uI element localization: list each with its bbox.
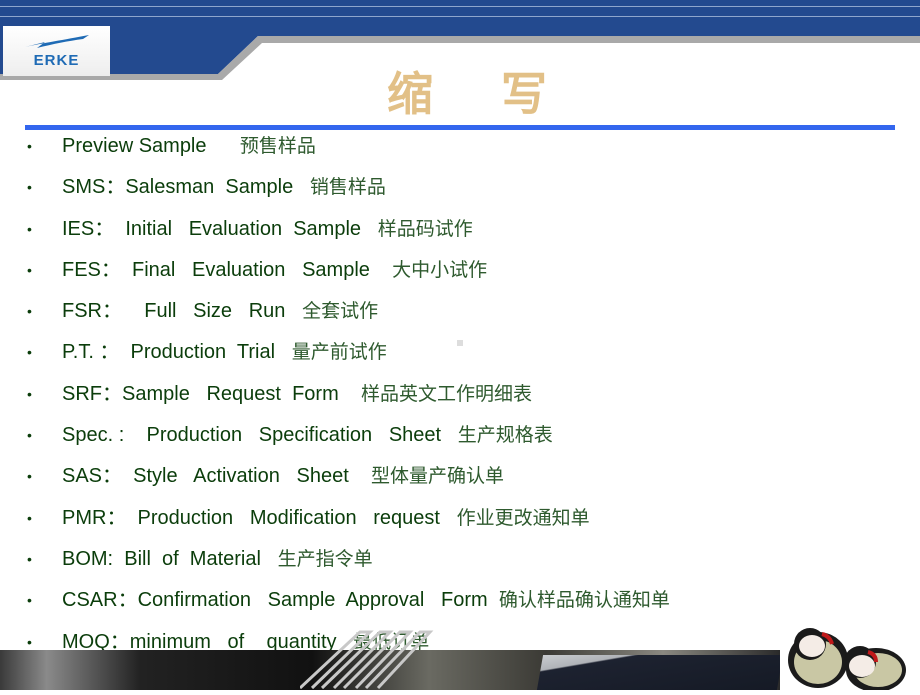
abbreviation-term: CSAR：Confirmation Sample Approval Form [62, 589, 499, 612]
slide-title: 缩 写 [386, 67, 573, 121]
abbreviation-term: P.T. ： Production Trial [62, 341, 292, 364]
chinese-meaning: 样品码试作 [377, 217, 473, 240]
abbreviation-term: Preview Sample [62, 135, 240, 157]
chinese-meaning: 确认样品确认通知单 [498, 589, 670, 612]
abbreviation-term: BOM: Bill of Material [62, 547, 278, 570]
bullet-icon: • [27, 427, 32, 444]
abbreviation-term: FES： Final Evaluation Sample [62, 258, 393, 281]
chinese-meaning: 生产指令单 [277, 547, 373, 570]
stray-mark [457, 340, 463, 346]
chinese-meaning: 样品英文工作明细表 [360, 382, 532, 405]
bullet-icon: • [27, 303, 32, 320]
bullet-icon: • [27, 179, 32, 196]
abbreviation-term: PMR： Production Modification request [62, 506, 457, 529]
abbreviation-term: IES： Initial Evaluation Sample [62, 217, 378, 240]
chinese-meaning: 销售样品 [309, 176, 386, 199]
abbreviation-term: SAS： Style Activation Sheet [62, 465, 372, 488]
bullet-icon: • [27, 220, 32, 237]
diagonal-stripes-decoration [300, 630, 434, 690]
chinese-meaning: 型体量产确认单 [371, 465, 505, 488]
bullet-icon: • [27, 138, 32, 154]
slippers-icon [788, 628, 906, 692]
chinese-meaning: 生产规格表 [457, 424, 553, 447]
slippers-photo [780, 612, 920, 692]
bullet-icon: • [27, 592, 32, 609]
abbreviation-term: Spec. : Production Specification Sheet [62, 424, 458, 447]
chinese-meaning: 大中小试作 [392, 258, 488, 281]
bullet-icon: • [27, 261, 32, 278]
bullet-icon: • [27, 385, 32, 402]
abbreviation-term: FSR： Full Size Run [62, 300, 303, 323]
bullet-icon: • [27, 550, 32, 567]
swoosh-icon [24, 34, 89, 48]
chinese-meaning: 全套试作 [302, 300, 379, 323]
monitor-image [536, 655, 784, 690]
bullet-icon: • [27, 344, 32, 361]
abbreviation-term: SMS：Salesman Sample [62, 176, 310, 199]
chinese-meaning: 量产前试作 [291, 341, 387, 364]
chinese-meaning: 作业更改通知单 [456, 506, 590, 529]
abbreviation-term: SRF：Sample Request Form [62, 382, 361, 405]
chinese-meaning: 预售样品 [239, 135, 316, 157]
bullet-icon: • [27, 468, 32, 485]
bullet-icon: • [27, 509, 32, 526]
